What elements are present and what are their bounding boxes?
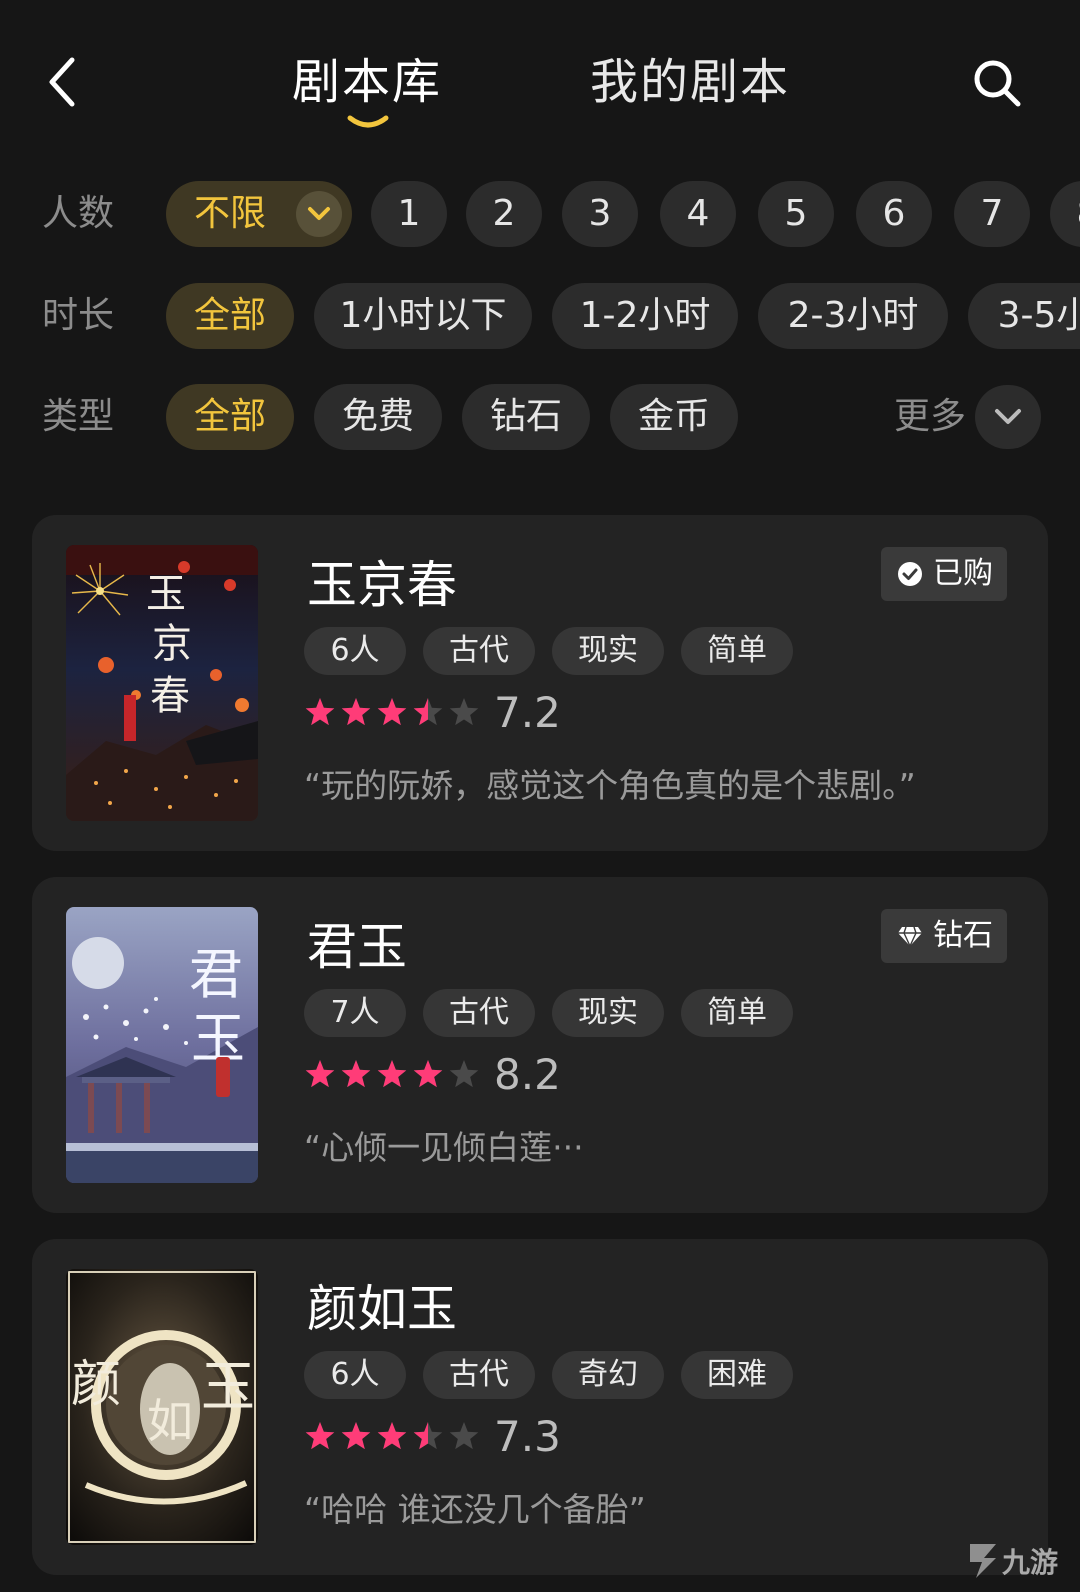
script-title: 玉京春 <box>307 556 457 614</box>
filter-people-row: 人数 不限 1 2 3 4 5 6 7 8 <box>0 181 1080 247</box>
star-empty-icon <box>449 1422 479 1450</box>
tab-my-scripts[interactable]: 我的剧本 <box>590 52 790 112</box>
svg-text:京: 京 <box>152 621 192 667</box>
star-filled-icon <box>413 1060 443 1088</box>
chip-people-6[interactable]: 6 <box>856 181 932 247</box>
tag-players: 7人 <box>304 989 406 1037</box>
star-filled-icon <box>305 1422 335 1450</box>
chip-duration-all[interactable]: 全部 <box>166 283 294 349</box>
chevron-down-icon <box>995 409 1021 424</box>
script-card[interactable]: 颜 如 玉 颜如玉 6人 古代 奇幻 困难 7.3 “哈哈 谁还没几个备胎” <box>32 1239 1048 1575</box>
svg-text:颜: 颜 <box>71 1355 121 1413</box>
svg-text:玉: 玉 <box>146 571 186 617</box>
chip-type-diamond[interactable]: 钻石 <box>462 384 590 450</box>
script-title: 颜如玉 <box>307 1280 457 1338</box>
star-filled-icon <box>305 1060 335 1088</box>
chip-type-free[interactable]: 免费 <box>314 384 442 450</box>
search-button[interactable] <box>968 54 1026 112</box>
badge-label: 钻石 <box>933 918 993 953</box>
tag-genre: 现实 <box>552 989 664 1037</box>
chip-people-4[interactable]: 4 <box>660 181 736 247</box>
tag-difficulty: 简单 <box>681 989 793 1037</box>
chip-duration-under-1h[interactable]: 1小时以下 <box>314 283 532 349</box>
chip-people-unlimited[interactable]: 不限 <box>166 181 352 247</box>
diamond-badge: 钻石 <box>881 909 1007 963</box>
active-tab-indicator <box>347 115 389 128</box>
chip-duration-2-3h[interactable]: 2-3小时 <box>758 283 948 349</box>
purchased-badge: 已购 <box>881 547 1007 601</box>
review-quote: “玩的阮娇，感觉这个角色真的是个悲剧。” <box>304 766 916 805</box>
star-rating <box>305 1422 479 1450</box>
tag-era: 古代 <box>423 627 535 675</box>
star-empty-icon <box>449 1060 479 1088</box>
tag-players: 6人 <box>304 1351 406 1399</box>
star-empty-icon <box>449 698 479 726</box>
svg-text:玉: 玉 <box>201 1355 255 1418</box>
more-filters-label[interactable]: 更多 <box>894 384 966 450</box>
chip-label: 不限 <box>194 193 267 234</box>
chip-people-3[interactable]: 3 <box>562 181 638 247</box>
chip-people-2[interactable]: 2 <box>466 181 542 247</box>
script-card[interactable]: 玉 京 春 玉京春 已购 6人 古代 现实 简单 7.2 “玩的阮娇，感觉这个角… <box>32 515 1048 851</box>
rating-score: 7.2 <box>494 688 561 737</box>
tag-genre: 现实 <box>552 627 664 675</box>
watermark-logo: 九游 <box>962 1534 1072 1584</box>
svg-text:春: 春 <box>150 673 190 719</box>
star-filled-icon <box>341 1060 371 1088</box>
chip-people-1[interactable]: 1 <box>371 181 447 247</box>
rating-score: 8.2 <box>494 1050 561 1099</box>
svg-text:如: 如 <box>147 1394 193 1448</box>
badge-label: 已购 <box>933 556 993 591</box>
review-quote: “哈哈 谁还没几个备胎” <box>304 1490 646 1529</box>
star-filled-icon <box>341 1422 371 1450</box>
chip-people-5[interactable]: 5 <box>758 181 834 247</box>
chip-duration-1-2h[interactable]: 1-2小时 <box>552 283 738 349</box>
filter-duration-row: 时长 全部 1小时以下 1-2小时 2-3小时 3-5小时 <box>0 283 1080 349</box>
chip-duration-3-5h[interactable]: 3-5小时 <box>968 283 1080 349</box>
top-nav: 剧本库 我的剧本 <box>0 0 1080 150</box>
review-quote: “心倾一见倾白莲··· <box>304 1128 584 1167</box>
script-cover-image: 玉 京 春 <box>66 545 258 821</box>
rating-score: 7.3 <box>494 1412 561 1461</box>
tag-era: 古代 <box>423 1351 535 1399</box>
script-title: 君玉 <box>307 918 407 976</box>
star-filled-icon <box>377 698 407 726</box>
search-icon <box>974 60 1021 107</box>
star-filled-icon <box>377 1060 407 1088</box>
svg-text:君: 君 <box>189 943 243 1006</box>
tag-era: 古代 <box>423 989 535 1037</box>
star-filled-icon <box>377 1422 407 1450</box>
script-cover-image: 君 玉 <box>66 907 258 1183</box>
tag-difficulty: 困难 <box>681 1351 793 1399</box>
chevron-left-icon <box>49 57 75 107</box>
tab-script-library[interactable]: 剧本库 <box>292 52 442 112</box>
chip-people-7[interactable]: 7 <box>954 181 1030 247</box>
script-cover-image: 颜 如 玉 <box>66 1269 258 1545</box>
star-filled-icon <box>305 698 335 726</box>
chevron-down-icon <box>296 191 342 237</box>
script-card[interactable]: 君 玉 君玉 钻石 7人 古代 现实 简单 8.2 “心倾一见倾白莲··· <box>32 877 1048 1213</box>
check-circle-icon <box>898 562 922 586</box>
watermark-text: 九游 <box>1002 1546 1058 1579</box>
star-rating <box>305 698 479 726</box>
star-filled-icon <box>341 698 371 726</box>
tag-genre: 奇幻 <box>552 1351 664 1399</box>
back-button[interactable] <box>40 52 90 112</box>
filter-label-people: 人数 <box>42 193 115 234</box>
script-library-page: 剧本库 我的剧本 人数 不限 1 2 3 4 5 6 7 8 时长 <box>0 0 1080 1592</box>
diamond-icon <box>898 926 922 948</box>
chip-type-all[interactable]: 全部 <box>166 384 294 450</box>
chip-people-8[interactable]: 8 <box>1050 181 1080 247</box>
filter-label-duration: 时长 <box>42 295 115 336</box>
more-filters-button[interactable] <box>975 385 1041 449</box>
tag-difficulty: 简单 <box>681 627 793 675</box>
star-rating <box>305 1060 479 1088</box>
filter-type-row: 类型 全部 免费 钻石 金币 更多 <box>0 384 1080 450</box>
tag-players: 6人 <box>304 627 406 675</box>
filter-label-type: 类型 <box>42 396 115 437</box>
chip-type-gold[interactable]: 金币 <box>610 384 738 450</box>
